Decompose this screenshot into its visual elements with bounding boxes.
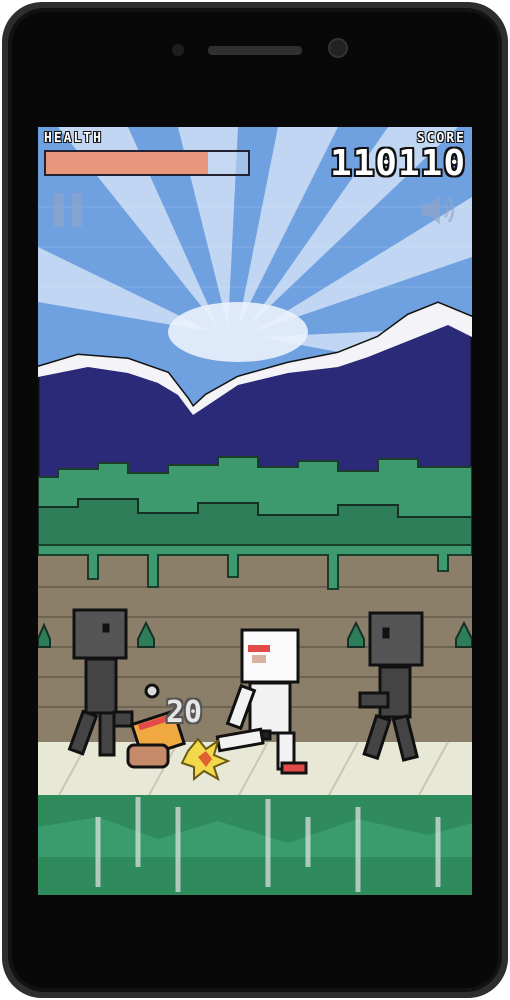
game-scene bbox=[38, 127, 472, 895]
sun-glow bbox=[168, 302, 308, 362]
game-screen[interactable]: HEALTH SCORE 110110 20 bbox=[38, 127, 472, 895]
pause-button[interactable] bbox=[52, 191, 86, 229]
health-bar-fill bbox=[46, 152, 208, 174]
speaker-grille bbox=[208, 46, 302, 55]
health-bar bbox=[44, 150, 250, 176]
score-value: 110110 bbox=[329, 143, 466, 184]
sound-button[interactable] bbox=[418, 189, 460, 231]
health-label: HEALTH bbox=[44, 131, 103, 146]
front-camera bbox=[328, 38, 348, 58]
pause-icon bbox=[54, 193, 64, 227]
speaker-icon bbox=[422, 195, 455, 225]
combo-points-text: 20 bbox=[166, 695, 203, 730]
